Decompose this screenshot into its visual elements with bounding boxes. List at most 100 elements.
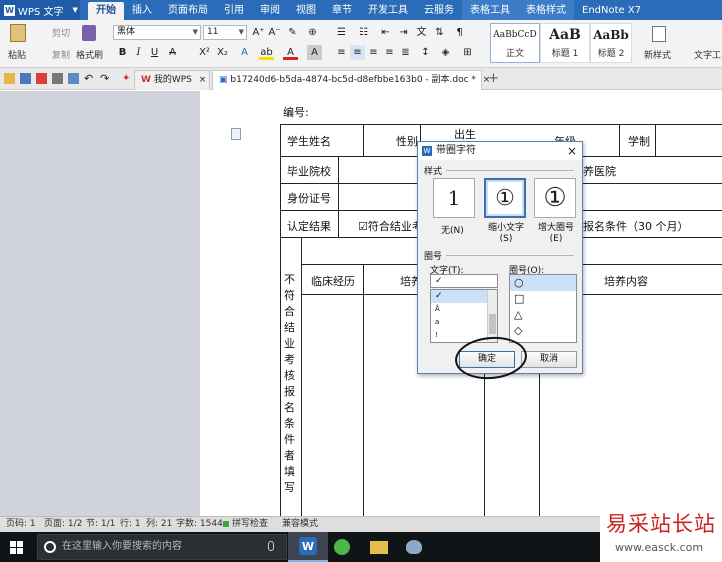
phonetic-icon[interactable]: ⊕ bbox=[305, 25, 320, 40]
tab-view[interactable]: 视图 bbox=[288, 0, 324, 20]
distribute-icon[interactable]: ≣ bbox=[398, 45, 413, 60]
superscript-button[interactable]: X² bbox=[197, 45, 212, 60]
doc-tab-my-wps[interactable]: W 我的WPS × bbox=[134, 70, 210, 90]
circle-list[interactable]: ○ □ △ ◇ bbox=[509, 274, 577, 343]
justify-icon[interactable]: ≡ bbox=[382, 45, 397, 60]
line-spacing-icon[interactable]: ↕ bbox=[418, 45, 433, 60]
close-icon[interactable]: × bbox=[199, 75, 207, 85]
tab-home[interactable]: 开始 bbox=[88, 2, 124, 20]
tab-table-tools[interactable]: 表格工具 bbox=[462, 0, 518, 20]
borders-icon[interactable]: ⊞ bbox=[460, 45, 475, 60]
align-center-icon[interactable]: ≡ bbox=[350, 45, 365, 60]
tab-developer[interactable]: 开发工具 bbox=[360, 0, 416, 20]
italic-button[interactable]: I bbox=[131, 45, 146, 60]
chinese-layout-icon[interactable]: 文 bbox=[414, 25, 429, 40]
tab-section[interactable]: 章节 bbox=[324, 0, 360, 20]
pin-icon[interactable]: ✦ bbox=[122, 73, 133, 84]
tab-references[interactable]: 引用 bbox=[216, 0, 252, 20]
close-icon[interactable]: × bbox=[567, 142, 577, 160]
text-input[interactable]: ✓ bbox=[430, 274, 498, 288]
font-color-icon[interactable]: A bbox=[283, 45, 298, 60]
list-item[interactable]: △ bbox=[510, 307, 576, 323]
text-effect-icon[interactable]: A bbox=[237, 45, 252, 60]
print-icon[interactable] bbox=[52, 73, 63, 84]
text-tools-button[interactable]: 文字工 bbox=[694, 48, 721, 61]
shrink-font-icon[interactable]: A⁻ bbox=[267, 25, 282, 40]
style-none-label: 无(N) bbox=[441, 226, 464, 236]
redo-icon[interactable]: ↷ bbox=[100, 73, 111, 84]
subscript-button[interactable]: X₂ bbox=[215, 45, 230, 60]
cancel-button[interactable]: 取消 bbox=[521, 351, 577, 368]
export-pdf-icon[interactable] bbox=[36, 73, 47, 84]
status-row: 行: 1 bbox=[120, 519, 141, 529]
sort-icon[interactable]: ⇅ bbox=[432, 25, 447, 40]
list-item[interactable]: ◇ bbox=[510, 323, 576, 339]
style-shrink-text-option[interactable]: ① bbox=[484, 178, 526, 218]
tab-cloud[interactable]: 云服务 bbox=[416, 0, 462, 20]
increase-indent-icon[interactable]: ⇥ bbox=[396, 25, 411, 40]
doc-tab-current[interactable]: ▣ b17240d6-b5da-4874-bc5d-d8efbbe163b0 -… bbox=[212, 70, 490, 90]
list-item[interactable]: ○ bbox=[510, 275, 576, 291]
table-border bbox=[363, 264, 364, 516]
chevron-down-icon: ▼ bbox=[238, 28, 244, 36]
list-item[interactable]: □ bbox=[510, 291, 576, 307]
tab-insert[interactable]: 插入 bbox=[124, 0, 160, 20]
new-style-icon[interactable] bbox=[652, 26, 666, 42]
app-menu-button[interactable]: W WPS 文字 ▼ bbox=[0, 0, 80, 20]
text-list[interactable]: ✓ Å a ! bbox=[430, 289, 498, 343]
char-shading-icon[interactable]: A bbox=[307, 45, 322, 60]
numbering-icon[interactable]: ☷ bbox=[356, 25, 371, 40]
chevron-down-icon: ▼ bbox=[72, 6, 78, 14]
scroll-thumb[interactable] bbox=[489, 314, 496, 334]
font-name-select[interactable]: 黑体 ▼ bbox=[113, 25, 201, 40]
align-left-icon[interactable]: ≡ bbox=[334, 45, 349, 60]
style-enlarge-circle-option[interactable]: ① bbox=[534, 178, 576, 218]
table-border bbox=[655, 124, 656, 156]
scrollbar[interactable] bbox=[487, 290, 497, 342]
taskbar-search-input[interactable]: 在这里输入你要搜索的内容 bbox=[37, 534, 287, 560]
spell-check-icon[interactable] bbox=[223, 521, 229, 527]
undo-icon[interactable]: ↶ bbox=[84, 73, 95, 84]
style-heading-1[interactable]: AaB 标题 1 bbox=[540, 23, 590, 63]
highlight-icon[interactable]: ab bbox=[259, 45, 274, 60]
bullets-icon[interactable]: ☰ bbox=[334, 25, 349, 40]
underline-button[interactable]: U bbox=[147, 45, 162, 60]
tab-review[interactable]: 审阅 bbox=[252, 0, 288, 20]
tab-page-layout[interactable]: 页面布局 bbox=[160, 0, 216, 20]
windows-start-icon[interactable] bbox=[10, 541, 23, 554]
font-size-select[interactable]: 11 ▼ bbox=[203, 25, 247, 40]
decrease-indent-icon[interactable]: ⇤ bbox=[378, 25, 393, 40]
paste-button[interactable]: 粘贴 bbox=[8, 48, 26, 61]
status-spell-check[interactable]: 拼写检查 bbox=[232, 517, 268, 532]
format-painter-icon[interactable] bbox=[82, 25, 96, 41]
align-right-icon[interactable]: ≡ bbox=[366, 45, 381, 60]
format-painter-button[interactable]: 格式刷 bbox=[76, 48, 103, 61]
new-tab-button[interactable]: + bbox=[488, 71, 499, 86]
microphone-icon[interactable] bbox=[268, 541, 274, 551]
print-preview-icon[interactable] bbox=[68, 73, 79, 84]
shading-icon[interactable]: ◈ bbox=[438, 45, 453, 60]
clear-format-icon[interactable]: ✎ bbox=[285, 25, 300, 40]
save-icon[interactable] bbox=[20, 73, 31, 84]
new-style-button[interactable]: 新样式 bbox=[644, 48, 671, 61]
dialog-title-bar[interactable]: W 带圈字符 × bbox=[418, 142, 582, 160]
strikethrough-button[interactable]: A bbox=[165, 45, 180, 60]
style-none-option[interactable]: 1 bbox=[433, 178, 475, 218]
style-heading-2[interactable]: AaBb 标题 2 bbox=[590, 23, 632, 63]
cut-button[interactable]: 剪切 bbox=[52, 26, 70, 39]
taskbar-browser-app[interactable] bbox=[322, 532, 362, 562]
open-folder-icon[interactable] bbox=[4, 73, 15, 84]
status-word-count: 字数: 1544 bbox=[176, 519, 223, 529]
tab-table-style[interactable]: 表格样式 bbox=[518, 0, 574, 20]
cell-checkbox-text[interactable]: ☑符合结业考 bbox=[358, 218, 423, 234]
tab-endnote[interactable]: EndNote X7 bbox=[574, 0, 649, 20]
bold-button[interactable]: B bbox=[115, 45, 130, 60]
taskbar-explorer-app[interactable] bbox=[359, 532, 399, 562]
paragraph-marker-icon[interactable] bbox=[231, 128, 241, 140]
taskbar-paint-app[interactable] bbox=[394, 532, 434, 562]
grow-font-icon[interactable]: A⁺ bbox=[251, 25, 266, 40]
style-normal[interactable]: AaBbCcD 正文 bbox=[490, 23, 540, 63]
show-marks-icon[interactable]: ¶ bbox=[452, 25, 467, 40]
copy-button[interactable]: 复制 bbox=[52, 48, 70, 61]
paste-icon[interactable] bbox=[10, 24, 26, 42]
